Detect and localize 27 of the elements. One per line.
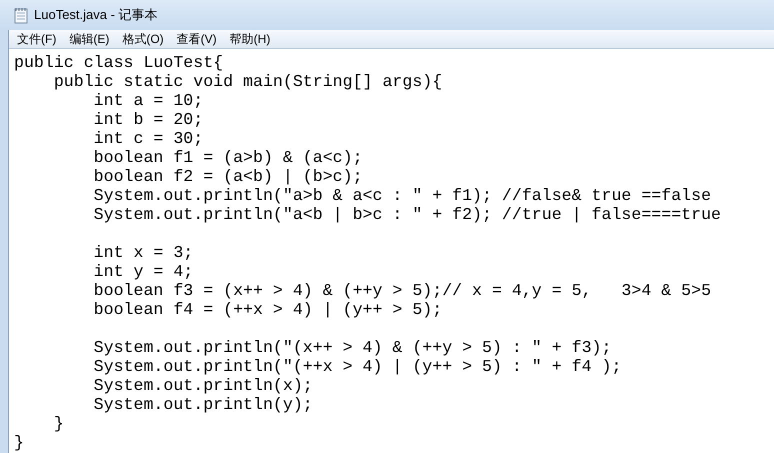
menu-item[interactable]: 查看(V) [170, 30, 223, 48]
menu-item[interactable]: 编辑(E) [63, 30, 116, 48]
menu-item[interactable]: 格式(O) [116, 30, 170, 48]
code-line: int b = 20; [92, 110, 204, 129]
code-line: System.out.println(y); [92, 395, 313, 414]
code-line: } [52, 414, 64, 433]
code-line: int x = 3; [92, 243, 194, 262]
code-line: public static void main(String[] args){ [52, 72, 442, 91]
window-title: LuoTest.java - 记事本 [34, 6, 158, 24]
code-line: boolean f1 = (a>b) & (a<c); [92, 148, 363, 167]
code-line: System.out.println("(x++ > 4) & (++y > 5) : " + f3); [92, 338, 612, 357]
text-area[interactable] [9, 49, 774, 453]
code-line: int a = 10; [92, 91, 204, 110]
menu-item[interactable]: 文件(F) [11, 30, 62, 48]
code-line: boolean f3 = (x++ > 4) & (++y > 5);// x = 4,y = 5, 3>4 & 5>5 [92, 281, 712, 300]
code-line: boolean f2 = (a<b) | (b>c); [92, 167, 363, 186]
code-line: System.out.println("(++x > 4) | (y++ > 5) : " + f4 ); [92, 357, 622, 376]
code-line: System.out.println(x); [92, 376, 313, 395]
code-line: int y = 4; [92, 262, 194, 281]
code-line: int c = 30; [92, 129, 204, 148]
code-line: public class LuoTest{ [14, 53, 224, 72]
code-line: boolean f4 = (++x > 4) | (y++ > 5); [92, 300, 442, 319]
code-line: } [14, 433, 24, 452]
code-line: System.out.println("a>b & a<c : " + f1); //false& true ==false [92, 186, 712, 205]
notepad-icon [14, 6, 28, 24]
code-line: System.out.println("a<b | b>c : " + f2); //true | false====true [92, 205, 722, 224]
menu-item[interactable]: 帮助(H) [224, 30, 276, 48]
